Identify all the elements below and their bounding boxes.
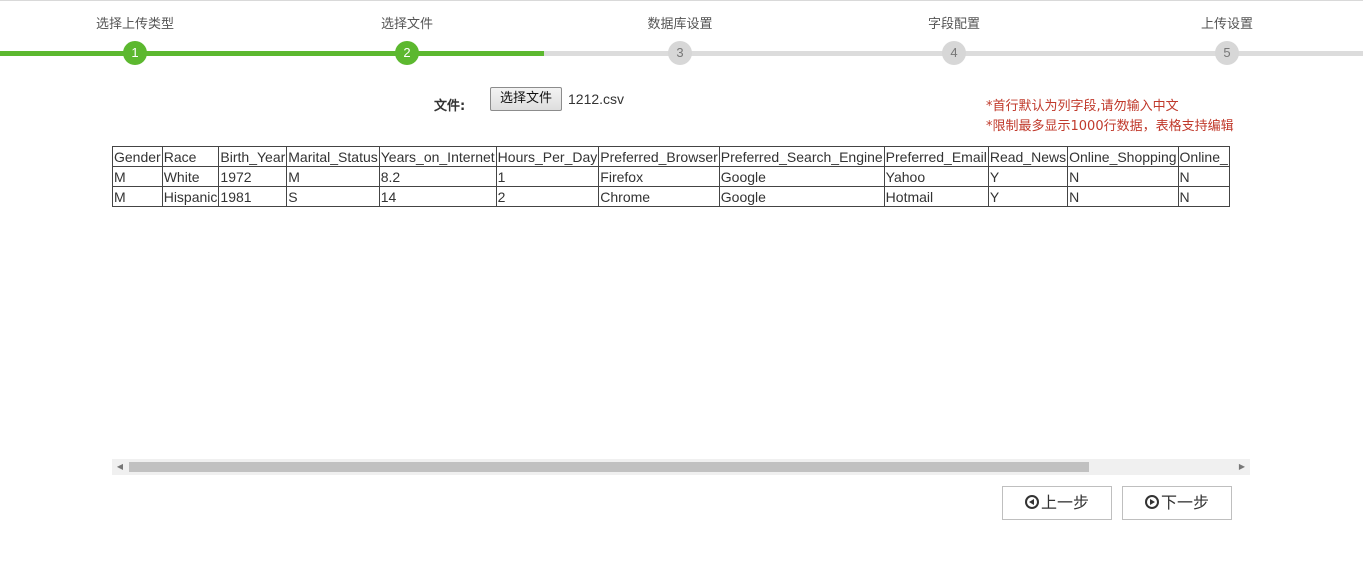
table-cell[interactable]: Y — [987, 166, 1069, 187]
previous-step-button[interactable]: 上一步 — [1002, 486, 1112, 520]
table-cell[interactable]: Google — [718, 186, 885, 207]
column-header[interactable]: Online_ — [1177, 146, 1230, 167]
scrollbar-thumb[interactable] — [129, 462, 1089, 472]
table-cell[interactable]: M — [112, 166, 163, 187]
table-header-row: Gender Race Birth_Year Marital_Status Ye… — [112, 146, 1230, 167]
table-cell[interactable]: N — [1177, 166, 1230, 187]
table-row: M White 1972 M 8.2 1 Firefox Google Yaho… — [112, 166, 1230, 187]
table-cell[interactable]: Hotmail — [883, 186, 989, 207]
step-label: 数据库设置 — [647, 17, 713, 32]
table-cell[interactable]: Chrome — [598, 186, 720, 207]
table-cell[interactable]: 1981 — [218, 186, 288, 207]
scroll-right-arrow-icon[interactable]: ▶ — [1234, 459, 1250, 475]
table-cell[interactable]: M — [286, 166, 380, 187]
step-number-badge: 5 — [1215, 41, 1239, 65]
table-cell[interactable]: Firefox — [598, 166, 720, 187]
table-cell[interactable]: N — [1177, 186, 1230, 207]
step-label: 字段配置 — [927, 17, 980, 32]
note-first-row-header: *首行默认为列字段,请勿输入中文 — [986, 99, 1179, 114]
table-cell[interactable]: 2 — [495, 186, 600, 207]
horizontal-scrollbar[interactable]: ◀ ▶ — [112, 459, 1250, 475]
table-cell[interactable]: N — [1067, 186, 1179, 207]
column-header[interactable]: Preferred_Search_Engine — [718, 146, 885, 167]
column-header[interactable]: Race — [161, 146, 220, 167]
table-cell[interactable]: S — [286, 186, 380, 207]
column-header[interactable]: Read_News — [987, 146, 1069, 167]
table-cell[interactable]: 1 — [495, 166, 600, 187]
next-step-label: 下一步 — [1160, 493, 1209, 512]
table-row: M Hispanic 1981 S 14 2 Chrome Google Hot… — [112, 186, 1230, 207]
column-header[interactable]: Online_Shopping — [1067, 146, 1179, 167]
circle-arrow-left-icon — [1024, 495, 1039, 509]
step-number-badge: 3 — [668, 41, 692, 65]
table-cell[interactable]: Hispanic — [161, 186, 220, 207]
upload-stepper: 选择上传类型 1 选择文件 2 数据库设置 3 字段配置 4 上传设置 5 — [0, 0, 1363, 70]
table-cell[interactable]: M — [112, 186, 163, 207]
next-step-button[interactable]: 下一步 — [1122, 486, 1232, 520]
column-header[interactable]: Hours_Per_Day — [495, 146, 600, 167]
selected-file-name: 1212.csv — [568, 91, 625, 107]
data-preview-table-container: Gender Race Birth_Year Marital_Status Ye… — [112, 146, 1250, 456]
column-header[interactable]: Marital_Status — [286, 146, 380, 167]
circle-arrow-right-icon — [1144, 495, 1159, 509]
previous-step-label: 上一步 — [1040, 493, 1089, 512]
column-header[interactable]: Birth_Year — [218, 146, 288, 167]
step-label: 上传设置 — [1200, 17, 1253, 32]
column-header[interactable]: Preferred_Email — [883, 146, 989, 167]
table-cell[interactable]: Yahoo — [883, 166, 989, 187]
table-cell[interactable]: N — [1067, 166, 1179, 187]
column-header[interactable]: Preferred_Browser — [598, 146, 720, 167]
step-number-badge: 2 — [395, 41, 419, 65]
table-cell[interactable]: Google — [718, 166, 885, 187]
note-row-limit: *限制最多显示1000行数据，表格支持编辑 — [986, 119, 1234, 134]
table-cell[interactable]: 8.2 — [378, 166, 497, 187]
data-preview-table: Gender Race Birth_Year Marital_Status Ye… — [112, 146, 1230, 207]
stepper-progress — [0, 51, 544, 56]
step-label: 选择文件 — [380, 17, 433, 32]
column-header[interactable]: Gender — [112, 146, 163, 167]
table-cell[interactable]: White — [161, 166, 220, 187]
table-cell[interactable]: 14 — [378, 186, 497, 207]
scroll-left-arrow-icon[interactable]: ◀ — [112, 459, 128, 475]
upload-notes: *首行默认为列字段,请勿输入中文 *限制最多显示1000行数据，表格支持编辑 — [986, 97, 1250, 137]
step-number-badge: 1 — [123, 41, 147, 65]
table-cell[interactable]: Y — [987, 186, 1069, 207]
column-header[interactable]: Years_on_Internet — [378, 146, 497, 167]
file-label: 文件: — [434, 99, 466, 114]
choose-file-button[interactable]: 选择文件 — [490, 87, 562, 111]
step-label: 选择上传类型 — [95, 17, 174, 32]
step-number-badge: 4 — [942, 41, 966, 65]
table-cell[interactable]: 1972 — [218, 166, 288, 187]
